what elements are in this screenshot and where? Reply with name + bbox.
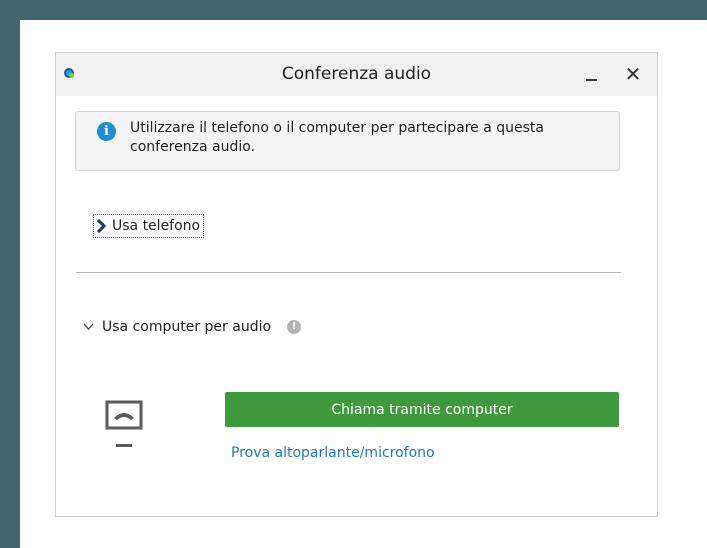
window-title: Conferenza audio	[281, 64, 432, 84]
chevron-right-icon	[96, 219, 107, 233]
test-speaker-microphone-link[interactable]: Prova altoparlante/microfono	[231, 445, 435, 461]
section-divider	[76, 272, 621, 273]
info-icon: i	[97, 122, 116, 141]
call-via-computer-button[interactable]: Chiama tramite computer	[225, 392, 619, 427]
title-bar: Conferenza audio ✕	[56, 53, 657, 96]
info-text: Utilizzare il telefono o il computer per…	[130, 120, 544, 155]
computer-audio-icon	[105, 400, 143, 447]
use-phone-label: Usa telefono	[112, 218, 201, 234]
close-icon[interactable]: ✕	[621, 60, 645, 88]
audio-conference-dialog: Conferenza audio ✕ i Utilizzare il telef…	[55, 52, 658, 517]
use-computer-audio-toggle[interactable]: Usa computer per audio !	[83, 319, 302, 335]
use-phone-toggle[interactable]: Usa telefono	[93, 214, 205, 238]
info-box: i Utilizzare il telefono o il computer p…	[75, 111, 620, 171]
help-icon[interactable]: !	[287, 320, 302, 334]
chevron-down-icon	[83, 323, 94, 330]
use-computer-audio-label: Usa computer per audio	[102, 319, 272, 335]
minimize-icon[interactable]	[586, 79, 597, 81]
